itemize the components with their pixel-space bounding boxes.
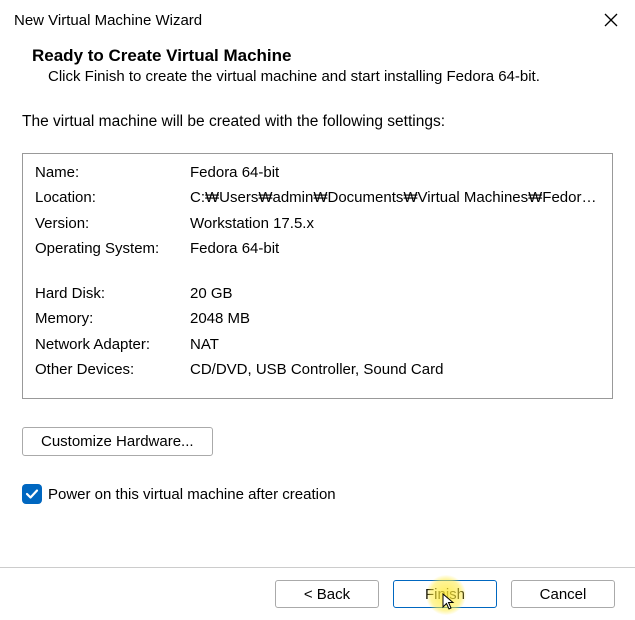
customize-hardware-button[interactable]: Customize Hardware... [22,427,213,456]
settings-row: Operating System:Fedora 64-bit [33,236,602,261]
window-title: New Virtual Machine Wizard [14,12,202,29]
settings-label: Other Devices: [33,357,188,382]
settings-value: 20 GB [188,281,602,306]
settings-row: Hard Disk:20 GB [33,281,602,306]
settings-row: Version:Workstation 17.5.x [33,211,602,236]
finish-button-label: Finish [425,586,465,603]
cancel-button[interactable]: Cancel [511,580,615,608]
settings-row: Other Devices:CD/DVD, USB Controller, So… [33,357,602,382]
settings-summary: Name:Fedora 64-bitLocation:C:₩Users₩admi… [22,153,613,399]
page-subtitle: Click Finish to create the virtual machi… [32,68,617,85]
settings-value: NAT [188,332,602,357]
settings-value: Workstation 17.5.x [188,211,602,236]
settings-row: Memory:2048 MB [33,306,602,331]
close-icon[interactable] [601,10,621,30]
settings-label: Version: [33,211,188,236]
page-title: Ready to Create Virtual Machine [32,46,617,66]
intro-text: The virtual machine will be created with… [22,113,613,131]
settings-row: Name:Fedora 64-bit [33,160,602,185]
settings-value: Fedora 64-bit [188,160,602,185]
settings-value: Fedora 64-bit [188,236,602,261]
power-on-label: Power on this virtual machine after crea… [48,486,336,503]
settings-value: 2048 MB [188,306,602,331]
settings-label: Location: [33,185,188,210]
settings-row: Network Adapter:NAT [33,332,602,357]
settings-label: Memory: [33,306,188,331]
settings-label: Operating System: [33,236,188,261]
settings-value: CD/DVD, USB Controller, Sound Card [188,357,602,382]
power-on-checkbox[interactable] [22,484,42,504]
back-button[interactable]: < Back [275,580,379,608]
finish-button[interactable]: Finish [393,580,497,608]
settings-row: Location:C:₩Users₩admin₩Documents₩Virtua… [33,185,602,210]
settings-label: Network Adapter: [33,332,188,357]
settings-value: C:₩Users₩admin₩Documents₩Virtual Machine… [188,185,602,210]
settings-label: Hard Disk: [33,281,188,306]
settings-label: Name: [33,160,188,185]
